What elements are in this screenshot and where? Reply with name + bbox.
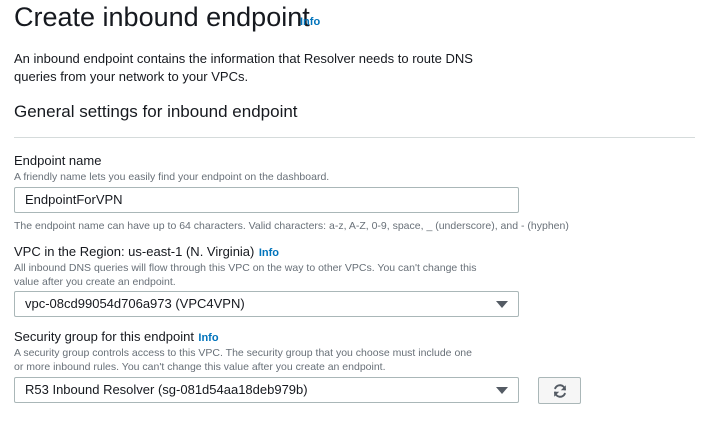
- endpoint-name-description: A friendly name lets you easily find you…: [14, 171, 330, 183]
- endpoint-name-input[interactable]: EndpointForVPN: [14, 187, 519, 213]
- refresh-button[interactable]: [538, 377, 581, 404]
- security-group-label: Security group for this endpoint: [14, 329, 194, 344]
- vpc-description-line1: All inbound DNS queries will flow throug…: [14, 262, 477, 274]
- security-group-label-row: Security group for this endpoint Info: [14, 328, 219, 346]
- vpc-label-row: VPC in the Region: us-east-1 (N. Virgini…: [14, 243, 279, 261]
- vpc-label: VPC in the Region: us-east-1 (N. Virgini…: [14, 244, 255, 259]
- vpc-selected-value: vpc-08cd99054d706a973 (VPC4VPN): [25, 296, 245, 311]
- vpc-select[interactable]: vpc-08cd99054d706a973 (VPC4VPN): [14, 291, 519, 317]
- security-group-info-link[interactable]: Info: [198, 332, 218, 344]
- section-divider: [14, 137, 695, 138]
- refresh-icon: [554, 384, 566, 398]
- chevron-down-icon: [496, 387, 508, 394]
- security-group-select[interactable]: R53 Inbound Resolver (sg-081d54aa18deb97…: [14, 377, 519, 403]
- security-group-description-line2: or more inbound rules. You can't change …: [14, 361, 386, 373]
- chevron-down-icon: [496, 301, 508, 308]
- endpoint-name-label: Endpoint name: [14, 153, 102, 168]
- page-title: Create inbound endpoint: [14, 2, 310, 32]
- security-group-description-line1: A security group controls access to this…: [14, 347, 472, 359]
- section-title: General settings for inbound endpoint: [14, 102, 298, 121]
- endpoint-name-constraint: The endpoint name can have up to 64 char…: [14, 220, 569, 232]
- security-group-selected-value: R53 Inbound Resolver (sg-081d54aa18deb97…: [25, 382, 308, 397]
- intro-text: An inbound endpoint contains the informa…: [14, 51, 473, 84]
- title-info-link[interactable]: Info: [300, 16, 320, 28]
- vpc-description-line2: value after you create an endpoint.: [14, 276, 176, 288]
- vpc-info-link[interactable]: Info: [259, 247, 279, 259]
